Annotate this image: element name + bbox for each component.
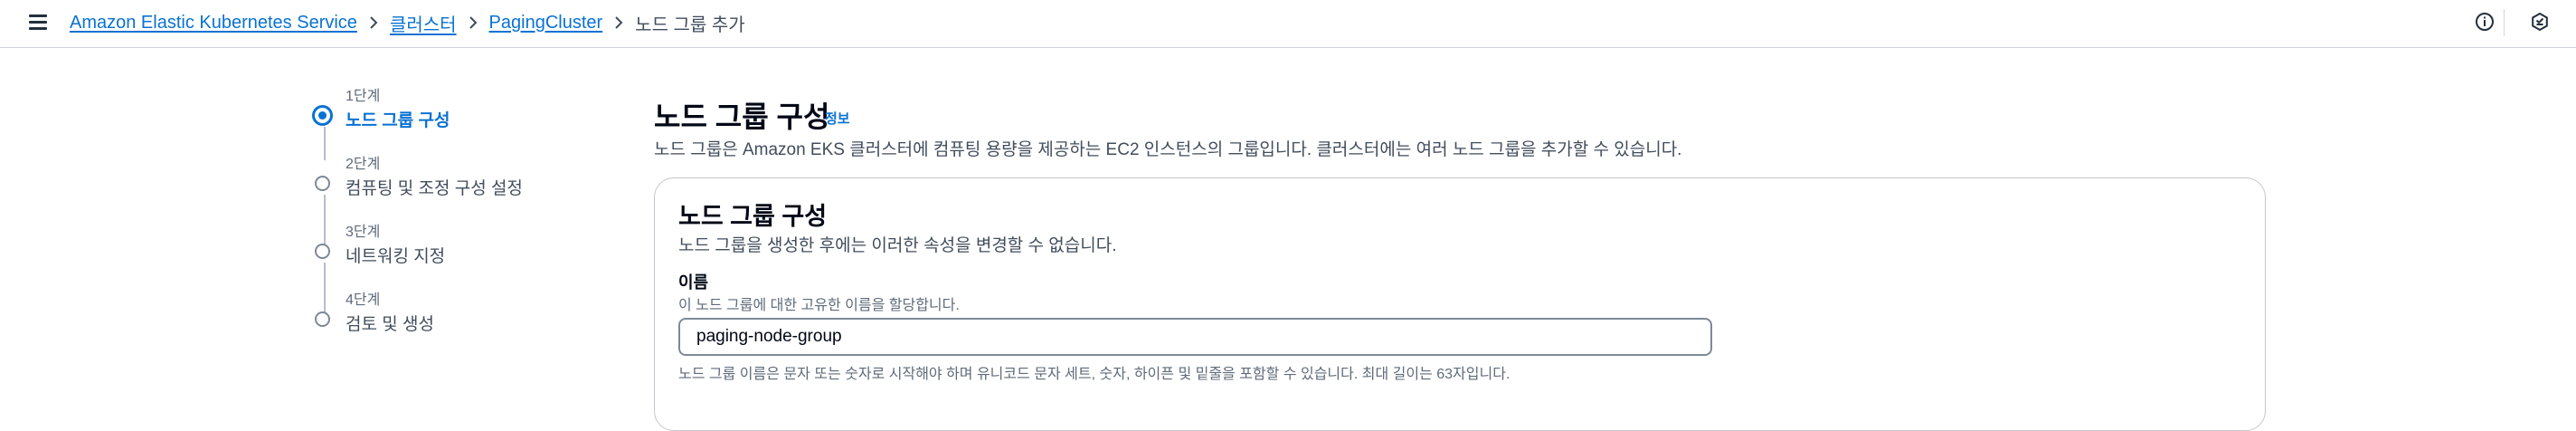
- step-indicator-icon: [315, 176, 330, 191]
- panel-title: 노드 그룹 구성: [678, 203, 828, 230]
- breadcrumb-eks[interactable]: Amazon Elastic Kubernetes Service: [70, 13, 357, 34]
- breadcrumb: Amazon Elastic Kubernetes Service 클러스터 P…: [70, 10, 745, 35]
- breadcrumb-clusters[interactable]: 클러스터: [390, 10, 457, 36]
- node-group-name-input[interactable]: [678, 318, 1712, 356]
- step-active-indicator-icon: [312, 105, 333, 126]
- step-indicator-icon: [315, 244, 330, 259]
- step-title[interactable]: 컴퓨팅 및 조정 구성 설정: [346, 175, 523, 199]
- panel-description: 노드 그룹을 생성한 후에는 이러한 속성을 변경할 수 없습니다.: [678, 236, 1117, 255]
- step-number: 3단계: [346, 225, 381, 240]
- step-number: 2단계: [346, 157, 381, 172]
- breadcrumb-current-page: 노드 그룹 추가: [635, 14, 745, 35]
- notifications-icon[interactable]: [2529, 11, 2551, 33]
- top-navigation-bar: Amazon Elastic Kubernetes Service 클러스터 P…: [0, 0, 2576, 48]
- breadcrumb-paging-cluster[interactable]: PagingCluster: [489, 13, 603, 34]
- page-description: 노드 그룹은 Amazon EKS 클러스터에 컴퓨팅 용량을 제공하는 EC2…: [654, 140, 1682, 159]
- step-number: 4단계: [346, 292, 381, 308]
- wizard-step-3[interactable]: 3단계 네트워킹 지정: [313, 219, 639, 273]
- name-field-description: 이 노드 그룹에 대한 고유한 이름을 할당합니다.: [678, 298, 960, 313]
- wizard-step-2[interactable]: 2단계 컴퓨팅 및 조정 구성 설정: [313, 151, 639, 206]
- info-circle-icon[interactable]: [2474, 11, 2496, 33]
- name-field-label: 이름: [678, 273, 709, 292]
- chevron-right-icon: [602, 14, 635, 32]
- step-title[interactable]: 검토 및 생성: [346, 311, 434, 335]
- hamburger-menu-icon[interactable]: [27, 11, 49, 33]
- step-number: 1단계: [346, 89, 381, 104]
- step-title[interactable]: 노드 그룹 구성: [346, 107, 450, 131]
- top-bar-divider: [2504, 9, 2505, 36]
- wizard-step-1[interactable]: 1단계 노드 그룹 구성: [312, 83, 639, 138]
- name-field-constraint: 노드 그룹 이름은 문자 또는 숫자로 시작해야 하며 유니코드 문자 세트, …: [678, 367, 1511, 382]
- step-title[interactable]: 네트워킹 지정: [346, 243, 445, 267]
- chevron-right-icon: [357, 14, 390, 32]
- info-link[interactable]: 정보: [825, 109, 850, 128]
- step-indicator-icon: [315, 311, 330, 327]
- page-title: 노드 그룹 구성: [654, 101, 830, 133]
- wizard-step-4[interactable]: 4단계 검토 및 생성: [313, 287, 639, 341]
- chevron-right-icon: [457, 14, 489, 32]
